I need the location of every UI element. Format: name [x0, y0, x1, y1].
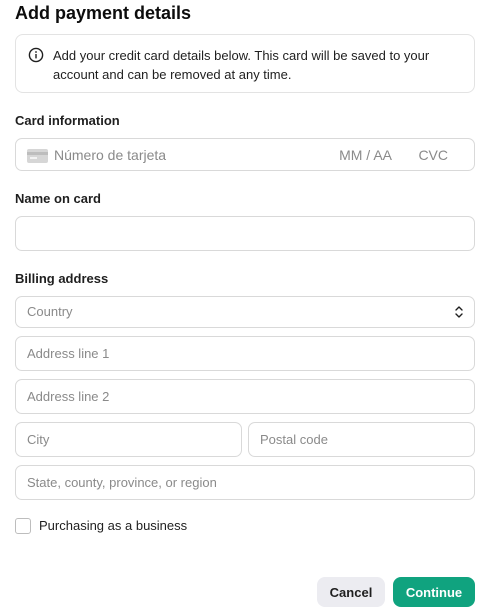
name-on-card-field[interactable]	[15, 216, 475, 251]
business-checkbox[interactable]	[15, 518, 31, 534]
state-region-field[interactable]	[15, 465, 475, 500]
card-information-field[interactable]: Número de tarjeta MM / AA CVC	[15, 138, 475, 171]
address-line-2-field[interactable]	[15, 379, 475, 414]
name-on-card-label: Name on card	[15, 191, 101, 206]
city-input[interactable]	[16, 423, 241, 456]
state-region-input[interactable]	[16, 466, 474, 499]
country-placeholder: Country	[27, 304, 73, 319]
billing-address-label: Billing address	[15, 271, 109, 286]
card-information-label: Card information	[15, 113, 120, 128]
continue-button[interactable]: Continue	[393, 577, 475, 607]
address-line-1-input[interactable]	[16, 337, 474, 370]
info-icon	[28, 47, 44, 63]
chevron-up-down-icon	[455, 306, 463, 318]
card-expiry-input[interactable]: MM / AA	[339, 139, 392, 171]
postal-code-input[interactable]	[249, 423, 474, 456]
dialog-title: Add payment details	[15, 3, 192, 23]
postal-code-field[interactable]	[248, 422, 475, 457]
address-line-2-input[interactable]	[16, 380, 474, 413]
info-notice: Add your credit card details below. This…	[15, 34, 475, 93]
name-on-card-input[interactable]	[16, 217, 474, 250]
card-number-input[interactable]: Número de tarjeta	[54, 139, 166, 170]
credit-card-icon	[27, 149, 48, 163]
country-select[interactable]: Country	[15, 296, 475, 328]
card-cvc-input[interactable]: CVC	[418, 139, 448, 171]
cancel-button[interactable]: Cancel	[317, 577, 385, 607]
business-checkbox-label[interactable]: Purchasing as a business	[39, 518, 187, 533]
info-text: Add your credit card details below. This…	[53, 48, 430, 82]
city-field[interactable]	[15, 422, 242, 457]
address-line-1-field[interactable]	[15, 336, 475, 371]
